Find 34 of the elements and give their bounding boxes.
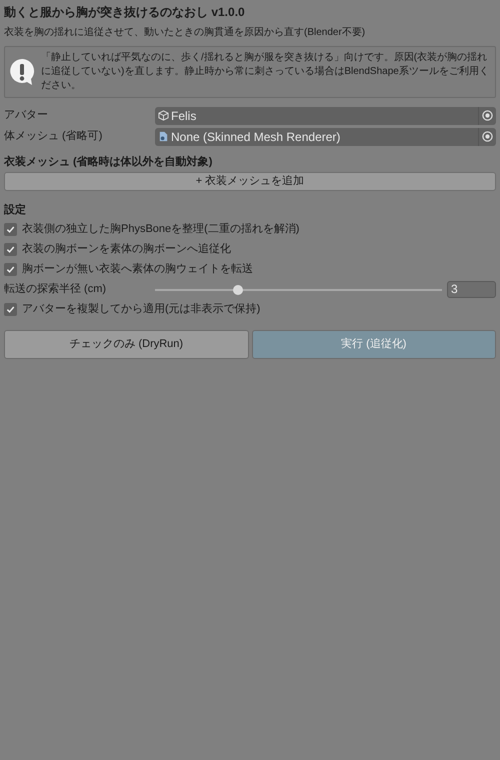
checkbox[interactable] <box>4 223 17 236</box>
notice-text: 「静止していれば平気なのに、歩く/揺れると胸が服を突き抜ける」向けです。原因(衣装が胸の揺れに追従していない)を直します。静止時から常に刺さっている場合はBlendShape系ツールをご利用ください。 <box>41 51 490 93</box>
section-heading: 設定 <box>4 203 27 217</box>
warning-icon <box>9 58 35 86</box>
tool-description: 衣装を胸の揺れに追従させて、動いたときの胸貫通を原因から直す(Blender不要) <box>4 26 366 40</box>
checkbox-label: アバターを複製してから適用(元は非表示で保持) <box>22 302 260 318</box>
object-field[interactable]: Felis <box>155 106 496 124</box>
checkbox[interactable] <box>4 303 17 316</box>
checkmark-icon <box>6 305 15 314</box>
checkbox[interactable] <box>4 263 17 276</box>
checkbox-label: 衣装の胸ボーンを素体の胸ボーンへ追従化 <box>22 242 231 258</box>
checkbox-label: 衣装側の独立した胸PhysBoneを整理(二重の揺れを解消) <box>22 222 300 238</box>
checkmark-icon <box>6 225 15 234</box>
checkmark-icon <box>6 265 15 274</box>
checkbox-label: 胸ボーンが無い衣装へ素体の胸ウェイトを転送 <box>22 262 253 278</box>
target-icon[interactable] <box>482 110 493 121</box>
checkmark-icon <box>6 245 15 254</box>
section-heading: 衣装メッシュ (省略時は体以外を自動対象) <box>4 155 214 169</box>
dry-run-button[interactable]: チェックのみ (DryRun) <box>4 330 248 359</box>
cube-icon <box>158 110 169 121</box>
run-button[interactable]: 実行 (追従化) <box>252 330 496 359</box>
add-mesh-button[interactable]: + 衣装メッシュを追加 <box>4 172 496 191</box>
slider-thumb[interactable] <box>233 284 244 294</box>
target-icon[interactable] <box>482 131 493 142</box>
field-label: 体メッシュ (省略可) <box>4 129 104 144</box>
object-field[interactable]: None (Skinned Mesh Renderer) <box>155 128 496 146</box>
mesh-icon <box>158 131 169 142</box>
slider-label: 転送の探索半径 (cm) <box>4 282 108 298</box>
field-value: Felis <box>171 108 198 124</box>
number-field[interactable]: 3 <box>447 281 496 298</box>
field-label: アバター <box>4 108 49 124</box>
field-value: None (Skinned Mesh Renderer) <box>171 128 342 146</box>
tool-title: 動くと服から胸が突き抜けるのなおし v1.0.0 <box>4 4 246 20</box>
checkbox[interactable] <box>4 243 17 256</box>
